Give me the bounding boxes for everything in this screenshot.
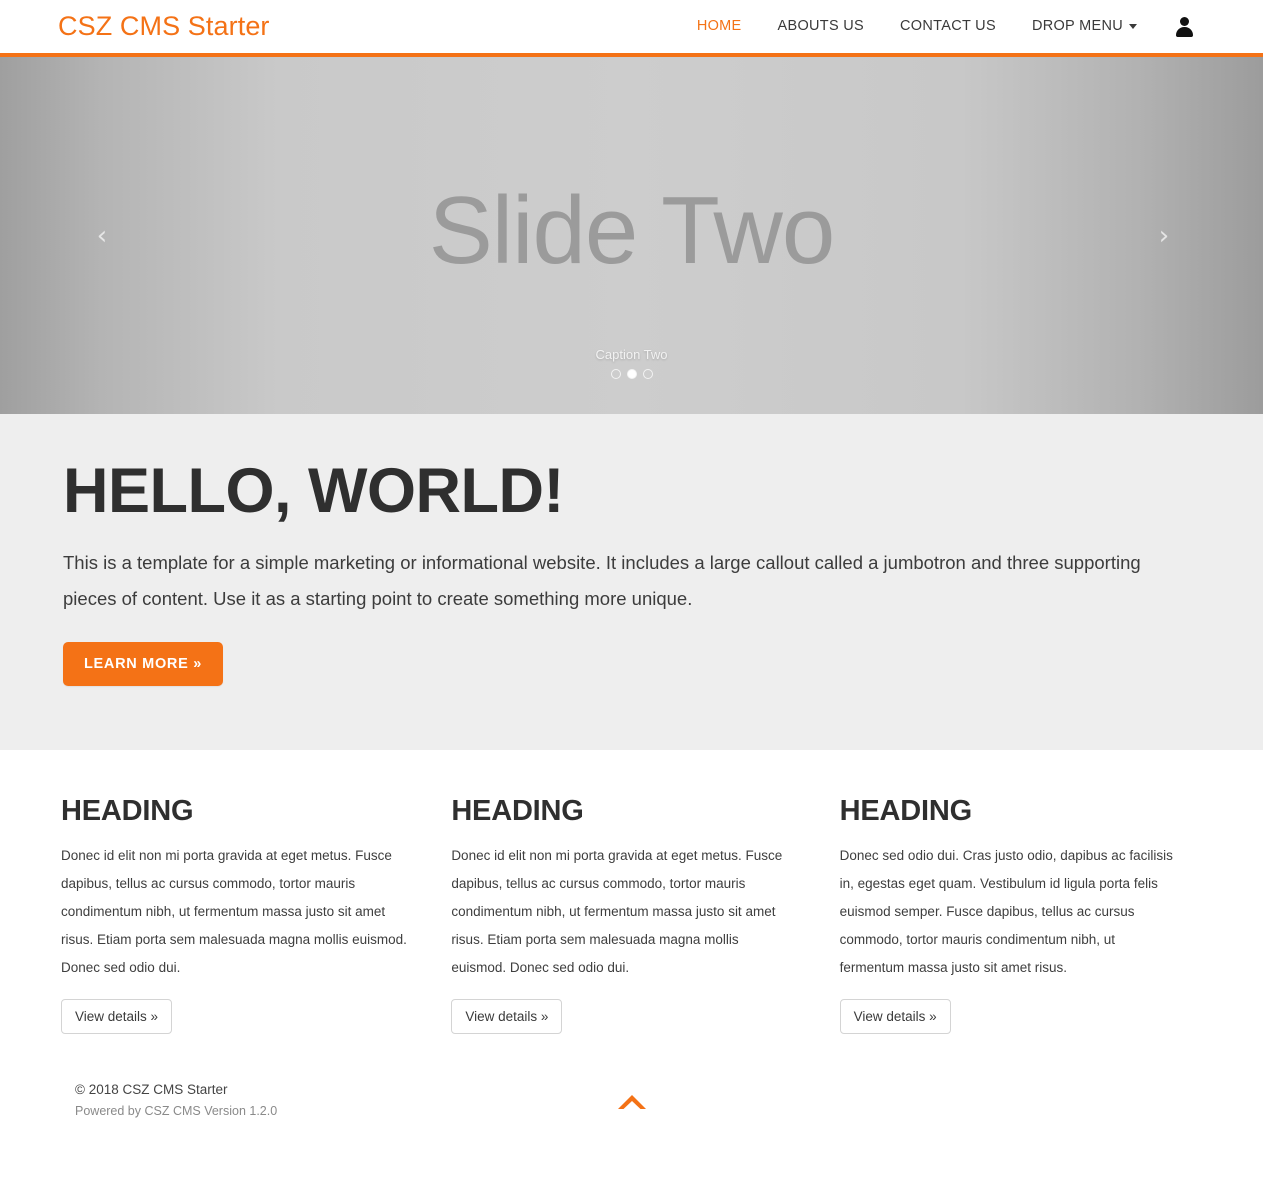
carousel: Slide Two Caption Two ‹ › xyxy=(0,57,1263,414)
learn-more-button[interactable]: LEARN MORE » xyxy=(63,642,223,687)
features-container: HEADING Donec id elit non mi porta gravi… xyxy=(60,750,1203,1035)
page-title: HELLO, WORLD! xyxy=(63,456,564,526)
features-columns: HEADING Donec id elit non mi porta gravi… xyxy=(61,750,1202,1035)
nav-item-contact-us-label: CONTACT US xyxy=(900,18,996,35)
nav-item-home[interactable]: HOME xyxy=(679,19,760,34)
carousel-indicators xyxy=(0,369,1263,379)
site-footer: © 2018 CSZ CMS Starter Powered by CSZ CM… xyxy=(0,1080,1263,1180)
view-details-button-1[interactable]: View details » xyxy=(61,998,173,1035)
scroll-to-top-button[interactable] xyxy=(611,1086,653,1116)
user-account-button[interactable] xyxy=(1155,14,1195,40)
jumbotron: HELLO, WORLD! This is a template for a s… xyxy=(0,414,1263,751)
chevron-up-icon xyxy=(617,1095,646,1110)
carousel-indicator-3[interactable] xyxy=(642,369,653,379)
carousel-caption: Caption Two xyxy=(595,347,668,362)
feature-body-2: Donec id elit non mi porta gravida at eg… xyxy=(451,848,783,975)
main-navbar: CSZ CMS Starter HOME ABOUTS US CONTACT U… xyxy=(0,0,1263,57)
feature-heading-2: HEADING xyxy=(451,795,584,828)
feature-body-3: Donec sed odio dui. Cras justo odio, dap… xyxy=(839,848,1173,975)
nav-links: HOME ABOUTS US CONTACT US DROP MENU xyxy=(679,14,1195,40)
carousel-next-arrow[interactable]: › xyxy=(1146,212,1182,260)
jumbotron-container: HELLO, WORLD! This is a template for a s… xyxy=(60,456,1203,687)
feature-body-1: Donec id elit non mi porta gravida at eg… xyxy=(61,848,407,975)
carousel-slide-title: Slide Two xyxy=(428,177,835,284)
carousel-prev-arrow[interactable]: ‹ xyxy=(84,212,120,260)
nav-item-home-label: HOME xyxy=(696,18,742,35)
nav-item-contact-us[interactable]: CONTACT US xyxy=(882,19,1014,34)
feature-column-3: HEADING Donec sed odio dui. Cras justo o… xyxy=(822,795,1202,1035)
feature-column-1: HEADING Donec id elit non mi porta gravi… xyxy=(61,795,441,1035)
brand-link[interactable]: CSZ CMS Starter xyxy=(58,13,270,40)
footer-inner: © 2018 CSZ CMS Starter Powered by CSZ CM… xyxy=(60,1080,1203,1121)
nav-item-abouts-us[interactable]: ABOUTS US xyxy=(760,19,883,34)
chevron-down-icon xyxy=(1129,24,1137,29)
view-details-button-2[interactable]: View details » xyxy=(451,998,563,1035)
view-details-button-3[interactable]: View details » xyxy=(839,998,951,1035)
feature-column-2: HEADING Donec id elit non mi porta gravi… xyxy=(441,795,821,1035)
nav-item-drop-menu[interactable]: DROP MENU xyxy=(1014,19,1155,34)
jumbotron-description: This is a template for a simple marketin… xyxy=(63,552,1141,610)
feature-heading-1: HEADING xyxy=(61,795,194,828)
nav-item-drop-menu-label: DROP MENU xyxy=(1031,18,1123,35)
page-root: CSZ CMS Starter HOME ABOUTS US CONTACT U… xyxy=(0,0,1263,1180)
user-icon xyxy=(1173,14,1195,40)
carousel-indicator-1[interactable] xyxy=(610,369,621,379)
carousel-indicator-2[interactable] xyxy=(626,369,637,379)
nav-item-abouts-us-label: ABOUTS US xyxy=(777,18,865,35)
feature-heading-3: HEADING xyxy=(839,795,973,828)
